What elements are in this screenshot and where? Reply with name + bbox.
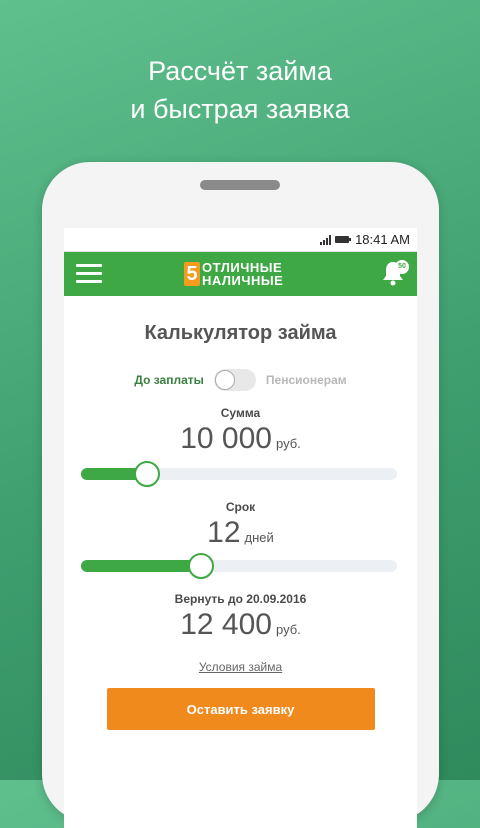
switch-knob bbox=[214, 370, 235, 390]
status-time: 18:41 AM bbox=[355, 232, 410, 247]
submit-application-button[interactable]: Оставить заявку bbox=[106, 688, 375, 730]
phone-frame: 18:41 AM 5 ОТЛИЧНЫЕ НАЛИЧНЫЕ 50 Калькуля… bbox=[42, 162, 439, 828]
amount-label: Сумма bbox=[220, 406, 261, 420]
loan-type-toggle-row: До заплаты Пенсионерам bbox=[64, 368, 417, 392]
logo-text: ОТЛИЧНЫЕ НАЛИЧНЫЕ bbox=[202, 261, 283, 287]
loan-terms-link[interactable]: Условия займа bbox=[64, 660, 417, 674]
status-bar: 18:41 AM bbox=[64, 228, 417, 252]
amount-unit: руб. bbox=[275, 436, 301, 451]
return-amount-display: 12 400 руб. bbox=[64, 608, 417, 642]
promo-title: Рассчёт займа и быстрая заявка bbox=[0, 52, 480, 128]
term-value: 12 bbox=[207, 516, 241, 549]
logo-mark: 5 bbox=[184, 262, 200, 286]
amount-value: 10 000 bbox=[180, 422, 272, 455]
notifications-button[interactable]: 50 bbox=[381, 260, 409, 286]
app-logo: 5 ОТЛИЧНЫЕ НАЛИЧНЫЕ bbox=[184, 260, 283, 288]
promo-title-line1: Рассчёт займа bbox=[148, 56, 332, 86]
logo-text-line2: НАЛИЧНЫЕ bbox=[202, 273, 284, 288]
app-screen: 18:41 AM 5 ОТЛИЧНЫЕ НАЛИЧНЫЕ 50 Калькуля… bbox=[64, 228, 417, 828]
loan-type-switch[interactable] bbox=[213, 369, 256, 391]
app-header: 5 ОТЛИЧНЫЕ НАЛИЧНЫЕ 50 bbox=[64, 252, 417, 296]
amount-slider-thumb[interactable] bbox=[134, 461, 161, 487]
return-amount-unit: руб. bbox=[275, 622, 301, 637]
amount-slider[interactable] bbox=[81, 460, 397, 487]
return-amount-value: 12 400 bbox=[180, 608, 272, 641]
battery-icon bbox=[335, 236, 352, 243]
term-label: Срок bbox=[225, 500, 256, 514]
notification-count-badge: 50 bbox=[395, 260, 409, 274]
toggle-option-before-salary[interactable]: До заплаты bbox=[134, 373, 204, 387]
term-slider-fill bbox=[81, 560, 202, 572]
return-date-label: Вернуть до 20.09.2016 bbox=[174, 592, 307, 606]
term-unit: дней bbox=[244, 530, 274, 545]
signal-icon bbox=[320, 234, 332, 245]
toggle-option-pensioners[interactable]: Пенсионерам bbox=[266, 373, 347, 387]
phone-speaker bbox=[200, 180, 280, 190]
calculator-title: Калькулятор займа bbox=[144, 322, 337, 344]
amount-display: 10 000 руб. bbox=[64, 422, 417, 456]
hamburger-menu-icon[interactable] bbox=[76, 264, 102, 284]
term-display: 12 дней bbox=[64, 516, 417, 550]
promo-title-line2: и быстрая заявка bbox=[130, 94, 350, 124]
term-slider-thumb[interactable] bbox=[188, 553, 215, 579]
term-slider[interactable] bbox=[81, 552, 397, 579]
